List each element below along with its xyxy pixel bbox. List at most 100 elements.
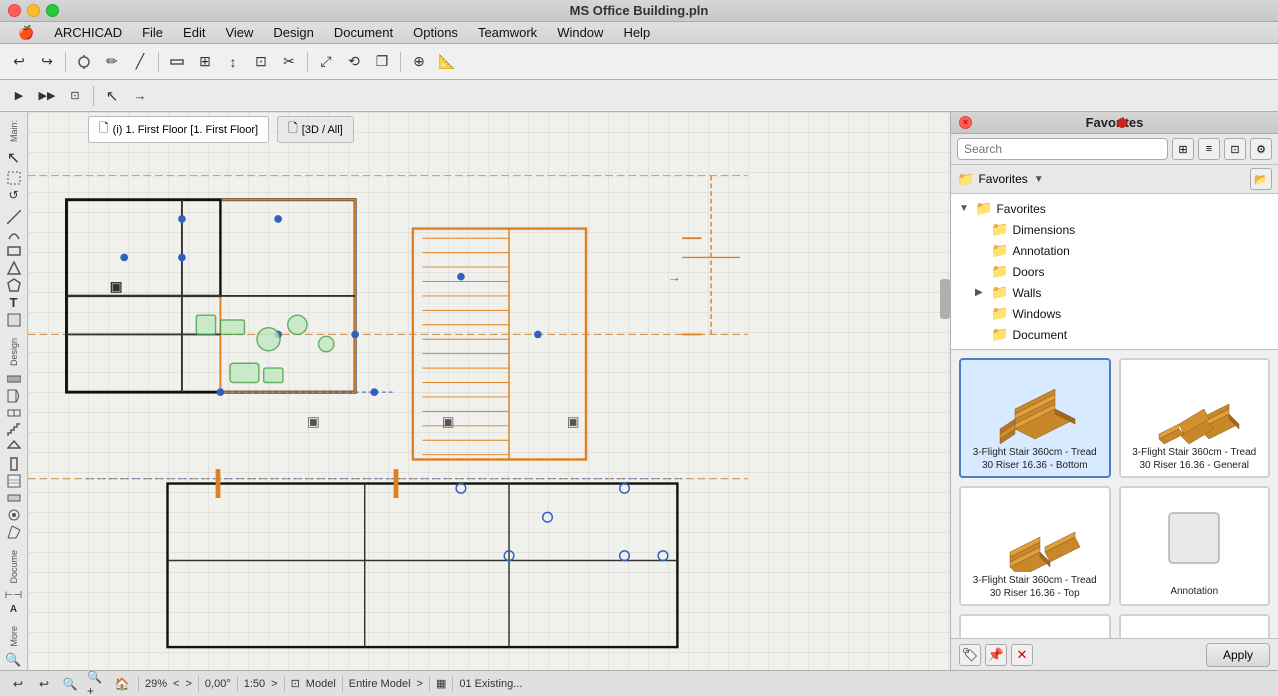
expand-icon: ▼ <box>1034 174 1044 185</box>
tree-root[interactable]: ▼ 📁 Favorites <box>951 198 1278 219</box>
tab-3d-view[interactable]: 🗋 [3D / All] <box>277 116 354 143</box>
object-place-tool[interactable] <box>3 507 25 523</box>
zoom-arrow-right[interactable]: > <box>185 678 191 690</box>
link-tool[interactable]: ⤢ <box>313 49 339 75</box>
minimize-button[interactable] <box>27 4 40 17</box>
rotate-arrow-tool[interactable]: ↺ <box>3 187 25 203</box>
stair-tool[interactable] <box>3 422 25 438</box>
wall-design-tool[interactable] <box>3 371 25 387</box>
grid-tool[interactable]: ⊞ <box>192 49 218 75</box>
settings-icon-button[interactable]: ⚙ <box>1250 138 1272 160</box>
menu-edit[interactable]: Edit <box>173 23 215 42</box>
label-tool[interactable]: A <box>3 603 25 616</box>
fav-item-5[interactable] <box>959 614 1111 638</box>
menu-window[interactable]: Window <box>547 23 613 42</box>
line-tool[interactable]: ╱ <box>127 49 153 75</box>
tree-item-annotation[interactable]: 📁 Annotation <box>967 240 1278 261</box>
tag-icon-button[interactable]: 🏷 <box>959 644 981 666</box>
polygon-tool[interactable] <box>3 277 25 293</box>
fav-item-stair-bottom[interactable]: 3-Flight Stair 360cm - Tread 30 Riser 16… <box>959 358 1111 478</box>
view-arrow[interactable]: > <box>417 678 423 690</box>
redo-button[interactable]: ↪ <box>34 49 60 75</box>
line-draw-tool[interactable] <box>3 209 25 225</box>
add-folder-button[interactable]: 📂 <box>1250 168 1272 190</box>
zoom-arrow-left[interactable]: < <box>173 678 179 690</box>
main-toolbar: ↩ ↪ ✏ ╱ ⊞ ↕ ⊡ ✂ ⤢ ⟲ ❐ ⊕ 📐 <box>0 44 1278 80</box>
apply-button[interactable]: Apply <box>1206 643 1270 667</box>
delete-icon-button[interactable]: ✕ <box>1011 644 1033 666</box>
menu-teamwork[interactable]: Teamwork <box>468 23 547 42</box>
tree-item-doors[interactable]: 📁 Doors <box>967 261 1278 282</box>
door-tool[interactable] <box>3 388 25 404</box>
object-tool[interactable]: ⊡ <box>248 49 274 75</box>
tree-item-annotation-label: Annotation <box>1012 244 1069 258</box>
menu-document[interactable]: Document <box>324 23 403 42</box>
select-tool[interactable] <box>71 49 97 75</box>
snap-tool[interactable]: ⊕ <box>406 49 432 75</box>
menu-view[interactable]: View <box>215 23 263 42</box>
beam-tool[interactable] <box>3 490 25 506</box>
detail-view-button[interactable]: ⊡ <box>1224 138 1246 160</box>
arrow-tool[interactable]: ↕ <box>220 49 246 75</box>
nav-btn-1[interactable]: ▶ <box>6 83 32 109</box>
favorites-search-input[interactable] <box>957 138 1168 160</box>
menu-archicad[interactable]: ARCHICAD <box>44 23 132 42</box>
window-tool[interactable] <box>3 405 25 421</box>
arrow-pointer[interactable]: ↖ <box>99 83 125 109</box>
trim-tool[interactable]: ✂ <box>276 49 302 75</box>
tree-item-document[interactable]: 📁 Document <box>967 324 1278 345</box>
svg-text:→: → <box>668 270 681 285</box>
menu-file[interactable]: File <box>132 23 173 42</box>
zoom-home-button[interactable]: 🏠 <box>112 674 132 694</box>
column-tool[interactable] <box>3 456 25 472</box>
roof-tool[interactable] <box>3 439 25 455</box>
nav-btn-3[interactable]: ⊡ <box>62 83 88 109</box>
fullscreen-button[interactable] <box>46 4 59 17</box>
zoom-in-button[interactable]: 🔍+ <box>86 674 106 694</box>
scale-arrow[interactable]: > <box>271 678 277 690</box>
rectangle-tool[interactable] <box>3 243 25 259</box>
arc-tool[interactable] <box>3 226 25 242</box>
fav-item-stair-general[interactable]: 3-Flight Stair 360cm - Tread 30 Riser 16… <box>1119 358 1271 478</box>
pencil-tool[interactable]: ✏ <box>99 49 125 75</box>
list-view-button[interactable]: ≡ <box>1198 138 1220 160</box>
menu-options[interactable]: Options <box>403 23 468 42</box>
arrow-right-tool[interactable]: → <box>127 83 153 109</box>
rotate-tool[interactable]: ⟲ <box>341 49 367 75</box>
tree-item-windows[interactable]: 📁 Windows <box>967 303 1278 324</box>
menu-design[interactable]: Design <box>263 23 323 42</box>
menu-help[interactable]: Help <box>613 23 660 42</box>
zoom-out-button[interactable]: 🔍 <box>60 674 80 694</box>
tree-item-dimensions[interactable]: 📁 Dimensions <box>967 219 1278 240</box>
zoom-tool[interactable]: 🔍 <box>3 651 25 669</box>
triangle-tool[interactable] <box>3 260 25 276</box>
mesh-tool[interactable] <box>3 524 25 540</box>
pin-icon-button[interactable]: 📌 <box>985 644 1007 666</box>
grid-view-button[interactable]: ⊞ <box>1172 138 1194 160</box>
marquee-tool[interactable] <box>3 170 25 186</box>
vertical-scrollbar[interactable] <box>940 279 950 319</box>
measure-tool[interactable]: 📐 <box>434 49 460 75</box>
favorites-folder-nav[interactable]: 📁 Favorites ▼ <box>957 171 1246 188</box>
fav-item-6[interactable] <box>1119 614 1271 638</box>
select-arrow-tool[interactable]: ↖ <box>3 147 25 169</box>
tab-first-floor[interactable]: 🗋 (i) 1. First Floor [1. First Floor] <box>88 116 269 143</box>
back-nav-button[interactable]: ↩ <box>8 674 28 694</box>
wall-tool[interactable] <box>164 49 190 75</box>
menu-apple[interactable]: 🍎 <box>8 23 44 43</box>
favorites-titlebar: ✕ Favorites <box>951 112 1278 134</box>
forward-nav-button[interactable]: ↩ <box>34 674 54 694</box>
nav-btn-2[interactable]: ▶▶ <box>34 83 60 109</box>
copy-tool[interactable]: ❐ <box>369 49 395 75</box>
fill-tool[interactable] <box>3 312 25 328</box>
dimension-tool[interactable]: ⊢⊣ <box>3 589 25 602</box>
close-button[interactable] <box>8 4 21 17</box>
tree-item-walls[interactable]: ▶ 📁 Walls <box>967 282 1278 303</box>
canvas-area[interactable]: 🗋 (i) 1. First Floor [1. First Floor] 🗋 … <box>28 112 950 670</box>
fav-item-stair-top[interactable]: 3-Flight Stair 360cm - Tread 30 Riser 16… <box>959 486 1111 606</box>
favorites-close-button[interactable]: ✕ <box>959 116 972 129</box>
fav-item-annotation[interactable]: Annotation <box>1119 486 1271 606</box>
slab-tool[interactable] <box>3 473 25 489</box>
text-tool[interactable]: T <box>3 294 25 311</box>
undo-button[interactable]: ↩ <box>6 49 32 75</box>
